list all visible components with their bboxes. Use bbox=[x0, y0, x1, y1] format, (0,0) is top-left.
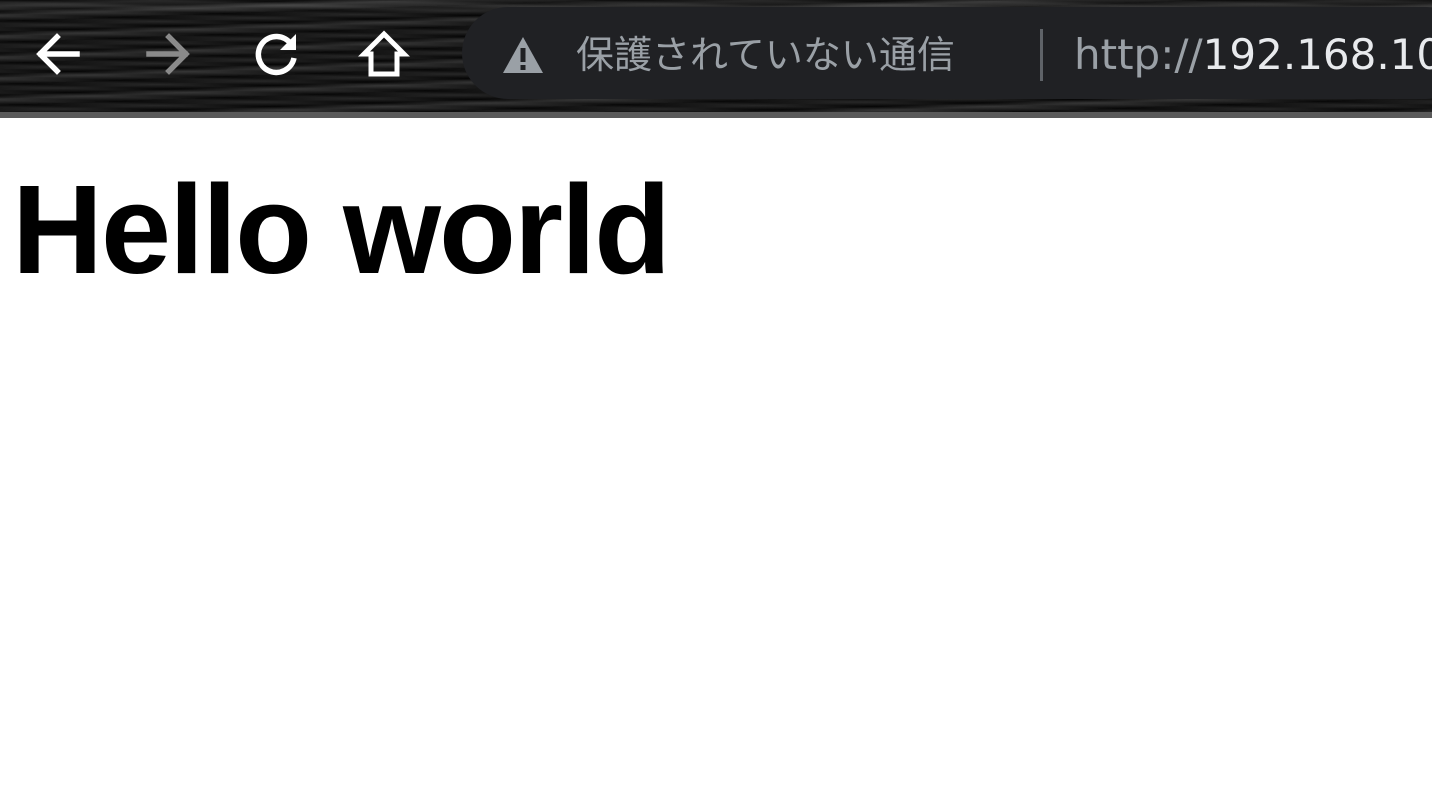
home-button[interactable] bbox=[354, 24, 414, 84]
warning-triangle-icon[interactable] bbox=[502, 36, 544, 74]
forward-button[interactable] bbox=[138, 24, 198, 84]
url-text[interactable]: http://192.168.10 bbox=[1074, 31, 1432, 79]
page-heading: Hello world bbox=[12, 159, 671, 300]
page-content: Hello world bbox=[0, 118, 1432, 800]
reload-button[interactable] bbox=[246, 24, 306, 84]
address-bar[interactable]: 保護されていない通信 http://192.168.10 bbox=[462, 7, 1432, 99]
url-host: 192.168.10 bbox=[1202, 30, 1432, 79]
home-icon bbox=[358, 28, 410, 80]
arrow-left-icon bbox=[33, 29, 83, 79]
back-button[interactable] bbox=[28, 24, 88, 84]
omnibox-divider bbox=[1040, 29, 1043, 81]
arrow-right-icon bbox=[143, 29, 193, 79]
reload-icon bbox=[250, 28, 302, 80]
browser-toolbar: 保護されていない通信 http://192.168.10 bbox=[0, 0, 1432, 118]
url-scheme: http:// bbox=[1074, 30, 1203, 79]
security-status-label[interactable]: 保護されていない通信 bbox=[576, 31, 955, 79]
